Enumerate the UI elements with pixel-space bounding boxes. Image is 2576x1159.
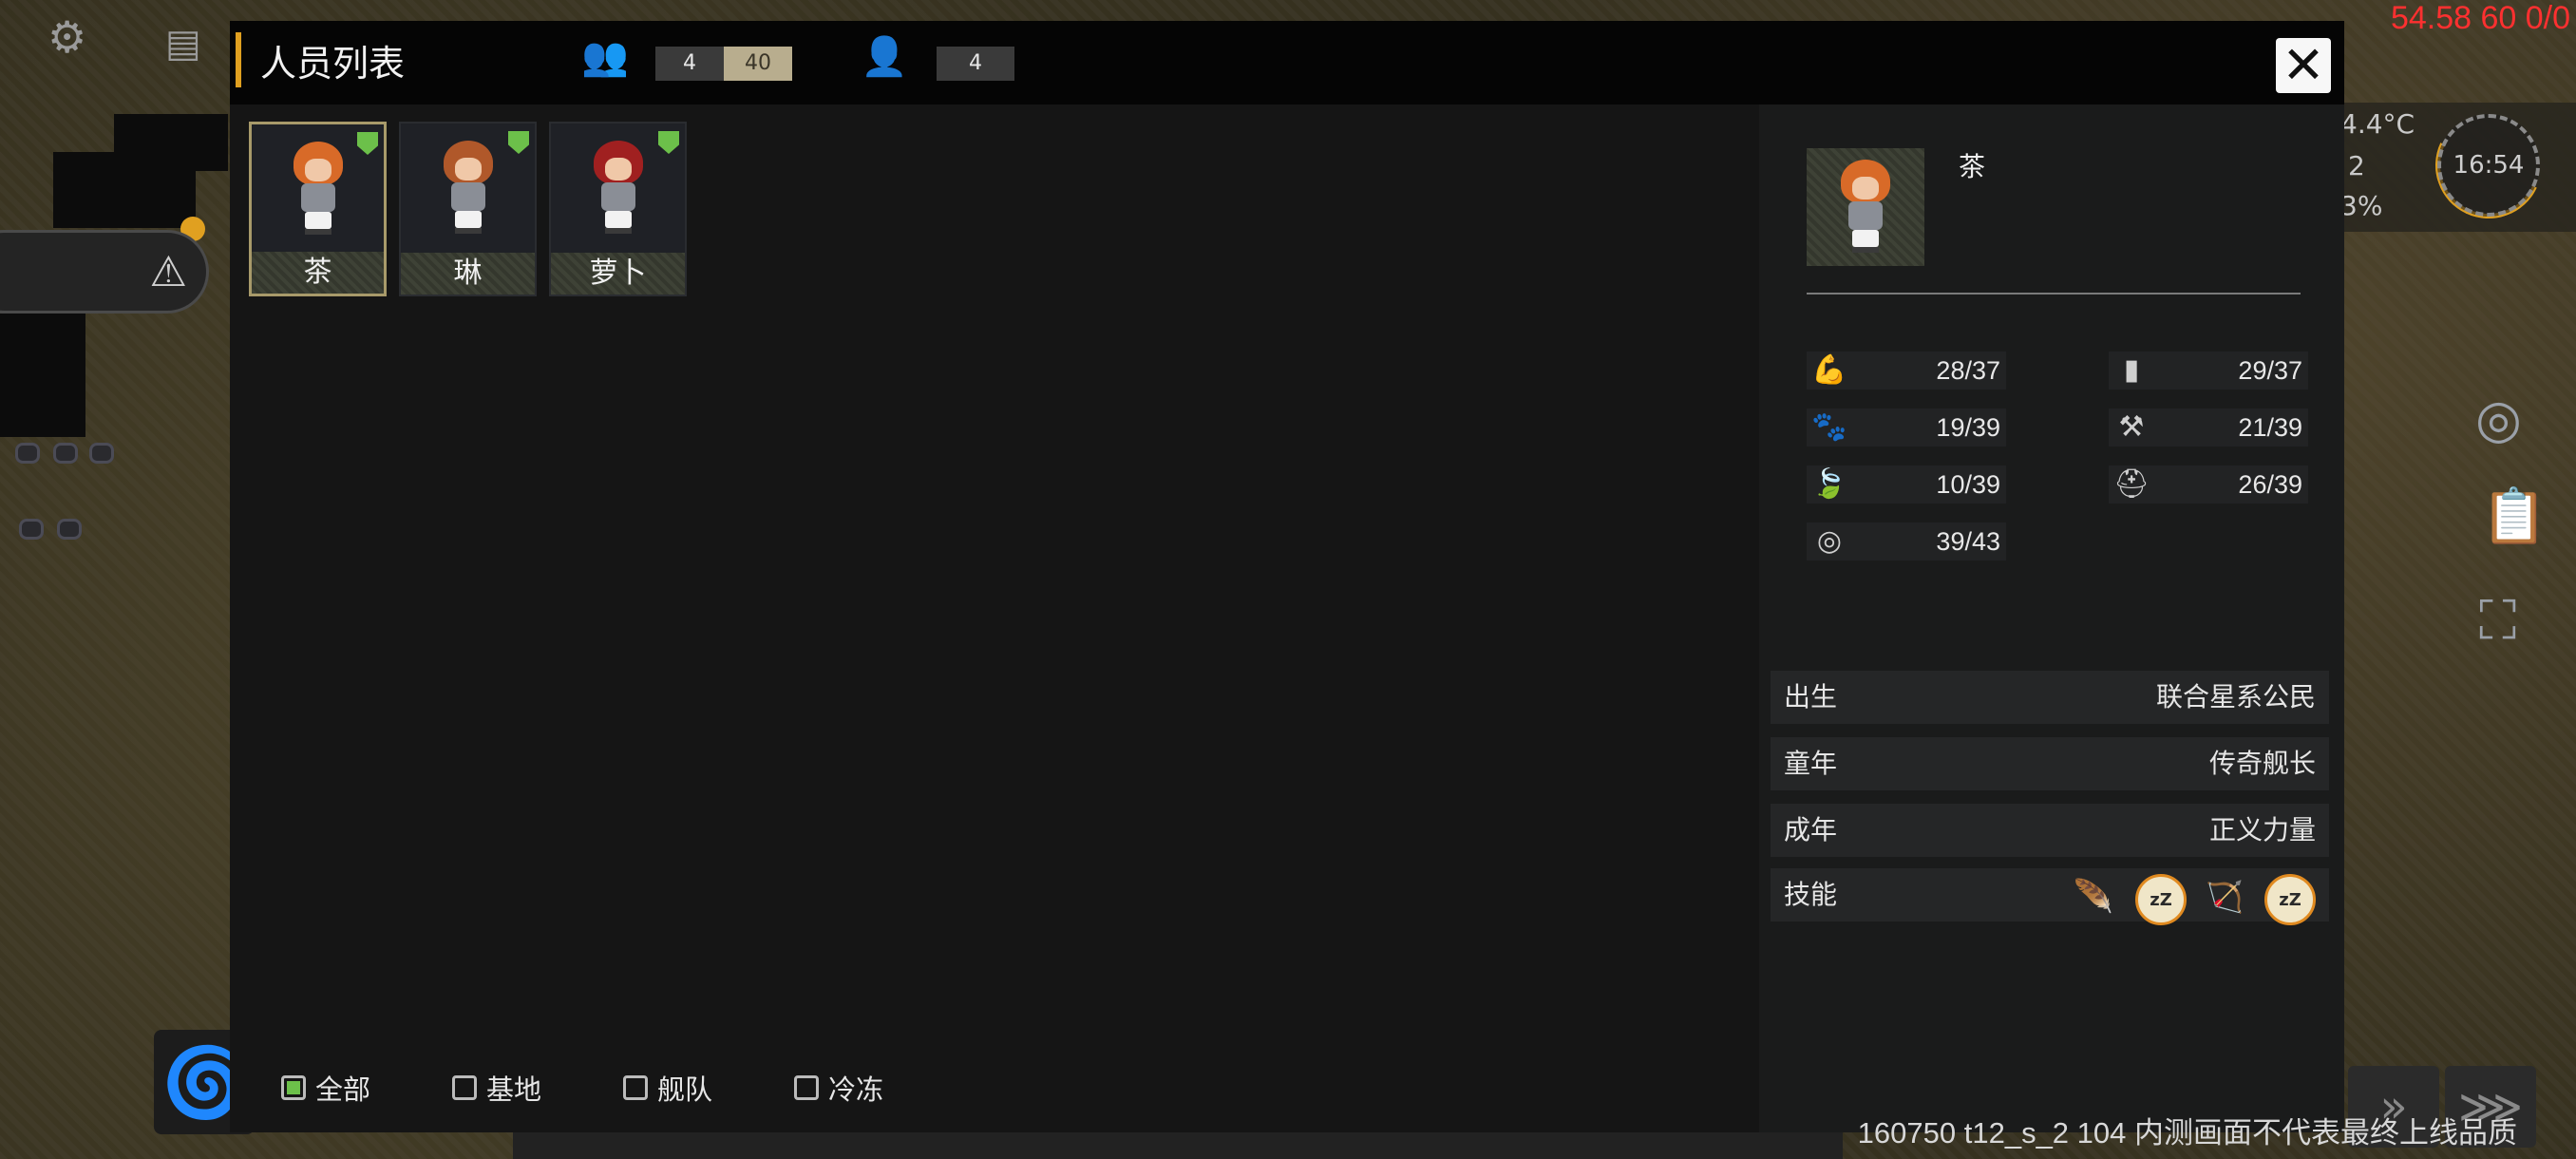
warning-icon: ⚠ <box>149 247 187 296</box>
helmet-icon: ⛑ <box>2112 467 2150 501</box>
filter-label: 冷冻 <box>828 1074 884 1106</box>
sleep-zzz-icon[interactable]: zZ <box>2264 874 2316 925</box>
attribute-defense: ⛑ 26/39 <box>2109 466 2308 504</box>
crew-card[interactable]: 萝卜 <box>549 122 687 296</box>
filter-fleet[interactable]: 舰队 <box>623 1068 712 1108</box>
filter-base[interactable]: 基地 <box>452 1068 541 1108</box>
dialog-title: 人员列表 <box>260 43 406 85</box>
attribute-value: 10/39 <box>1936 470 2000 499</box>
filter-label: 基地 <box>486 1074 542 1106</box>
strength-arm-icon: 💪 <box>1811 353 1847 387</box>
info-value: 正义力量 <box>2208 814 2316 846</box>
map-rock <box>89 443 114 464</box>
filter-checkbox[interactable] <box>794 1075 819 1100</box>
crew-card[interactable]: 琳 <box>399 122 537 296</box>
map-rock <box>15 443 40 464</box>
filter-label: 舰队 <box>657 1074 713 1106</box>
bow-up-icon[interactable]: 🏹 <box>2202 874 2247 920</box>
info-label: 出生 <box>1784 681 1838 712</box>
map-rock <box>19 519 44 540</box>
filter-cryo[interactable]: 冷冻 <box>794 1068 883 1108</box>
info-label: 童年 <box>1784 748 1838 779</box>
crew-list-dialog: 人员列表 👥 4 40 👤 4 ✕ 茶 琳 萝卜 全部 基地 舰队 冷冻 茶 💪… <box>230 21 2344 1132</box>
attribute-value: 19/39 <box>1936 413 2000 442</box>
map-rock <box>53 443 78 464</box>
filter-checkbox[interactable] <box>281 1075 306 1100</box>
info-row-birth: 出生 联合星系公民 <box>1771 671 2329 724</box>
filter-label: 全部 <box>315 1074 371 1106</box>
population-capacity: 40 <box>724 47 792 81</box>
attribute-value: 28/37 <box>1936 356 2000 385</box>
hud-readout-2: 2 <box>2348 150 2365 181</box>
population-current: 4 <box>655 47 724 81</box>
info-label: 技能 <box>1784 879 1838 910</box>
temperature-readout: 4.4°C <box>2340 108 2415 140</box>
map-wall <box>0 314 85 437</box>
leaf-icon: 🍃 <box>1811 467 1847 501</box>
crew-avatar <box>590 141 647 236</box>
people-icon: 👥 <box>581 35 629 79</box>
info-value: 传奇舰长 <box>2208 748 2316 779</box>
bottom-toolbar-strip <box>513 1132 1843 1159</box>
filter-checkbox[interactable] <box>623 1075 648 1100</box>
cube-orbit-icon[interactable]: ◎ <box>2475 393 2522 446</box>
crew-name: 萝卜 <box>551 253 685 294</box>
paw-icon: 🐾 <box>1811 410 1847 444</box>
attribute-value: 26/39 <box>2238 470 2302 499</box>
info-row-skills: 技能 🪶 zZ 🏹 zZ <box>1771 868 2329 925</box>
tools-icon: ⚒ <box>2118 410 2145 444</box>
crew-name: 茶 <box>252 252 384 294</box>
detail-divider <box>1807 293 2301 294</box>
map-rock <box>57 519 82 540</box>
hud-readout-3: 3% <box>2340 190 2383 221</box>
attribute-crafting: ⚒ 21/39 <box>2109 408 2308 446</box>
header-accent-bar <box>236 32 241 87</box>
crew-avatar <box>440 141 497 236</box>
filter-all[interactable]: 全部 <box>281 1068 370 1108</box>
scan-frame-icon[interactable]: ⛶ <box>2479 595 2516 648</box>
close-icon: ✕ <box>2282 35 2325 95</box>
crew-name: 琳 <box>401 253 535 294</box>
crew-detail-panel: 茶 💪 28/37 🐾 19/39 🍃 10/39 ◎ 39/43 ▮ 29/3… <box>1759 104 2344 1132</box>
crew-count: 4 <box>937 47 1014 81</box>
attribute-aim: ◎ 39/43 <box>1807 522 2006 560</box>
info-label: 成年 <box>1784 814 1838 846</box>
dialog-header: 人员列表 👥 4 40 👤 4 ✕ <box>230 21 2344 104</box>
filter-checkbox[interactable] <box>452 1075 477 1100</box>
detail-portrait <box>1807 148 1924 266</box>
clipboard-icon[interactable]: 📋 <box>2481 490 2548 543</box>
info-row-childhood: 童年 传奇舰长 <box>1771 737 2329 790</box>
gear-icon[interactable]: ⚙ <box>47 15 86 59</box>
crew-avatar <box>290 142 347 237</box>
attribute-value: 29/37 <box>2238 356 2302 385</box>
sleep-zzz-icon[interactable]: zZ <box>2135 874 2187 925</box>
book-icon: ▮ <box>2123 353 2140 387</box>
crew-member-icon: 👤 <box>861 35 908 79</box>
fps-counter: 54.58 60 0/0 <box>2390 0 2570 36</box>
info-value: 联合星系公民 <box>2155 681 2316 712</box>
info-row-adulthood: 成年 正义力量 <box>1771 804 2329 857</box>
chat-icon[interactable]: ▤ <box>165 25 201 63</box>
attribute-knowledge: ▮ 29/37 <box>2109 352 2308 390</box>
crew-card[interactable]: 茶 <box>249 122 387 296</box>
detail-avatar <box>1837 160 1894 255</box>
map-wall <box>114 114 228 171</box>
attribute-value: 39/43 <box>1936 527 2000 556</box>
build-info-watermark: 160750 t12_s_2 104 内测画面不代表最终上线品质 <box>1857 1116 2517 1150</box>
feather-up-icon[interactable]: 🪶 <box>2071 874 2116 920</box>
attribute-plant: 🍃 10/39 <box>1807 466 2006 504</box>
target-icon: ◎ <box>1816 524 1843 558</box>
close-button[interactable]: ✕ <box>2276 38 2331 93</box>
alert-button[interactable]: ⚠ <box>0 230 209 314</box>
detail-crew-name: 茶 <box>1959 151 1986 182</box>
attribute-strength: 💪 28/37 <box>1807 352 2006 390</box>
attribute-animal: 🐾 19/39 <box>1807 408 2006 446</box>
attribute-value: 21/39 <box>2238 413 2302 442</box>
game-clock[interactable]: 16:54 <box>2437 114 2540 217</box>
